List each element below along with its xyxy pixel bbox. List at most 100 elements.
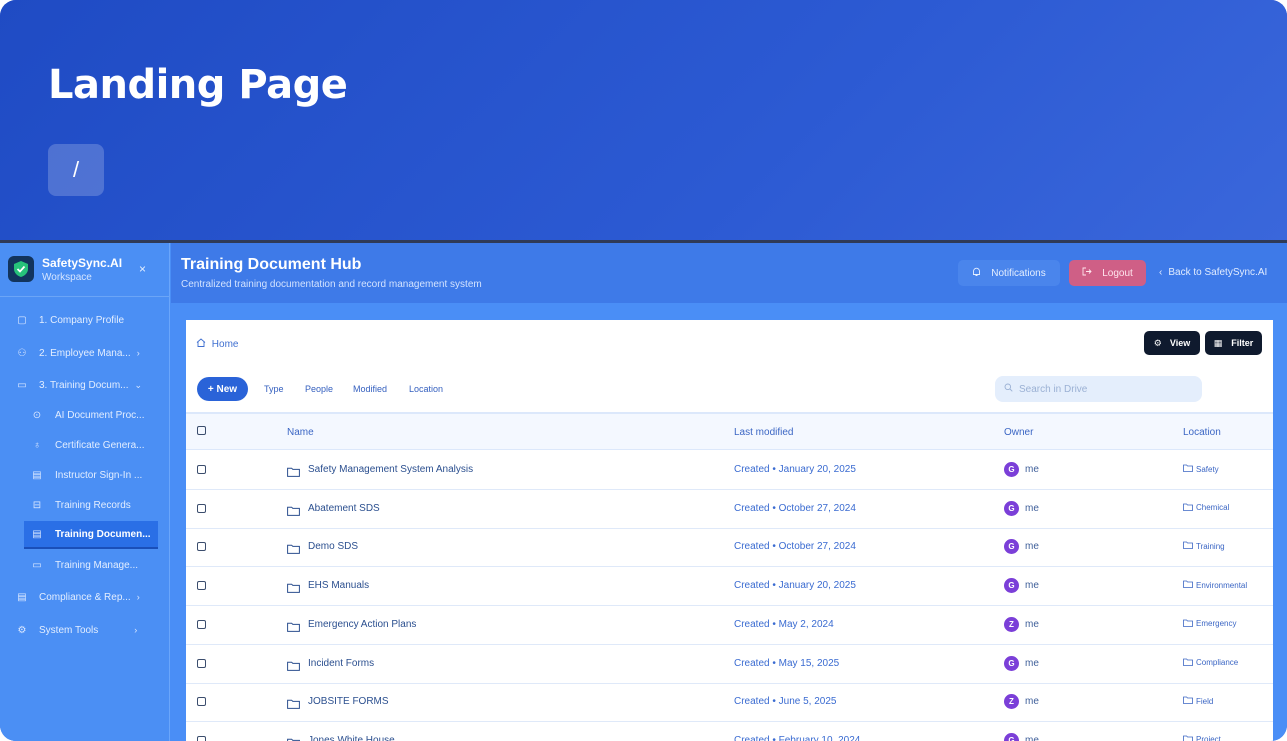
breadcrumb-home: Home: [211, 339, 239, 350]
file-name[interactable]: Demo SDS: [308, 541, 358, 552]
avatar: Z: [1004, 694, 1019, 710]
last-modified: Created • January 20, 2025: [734, 464, 856, 475]
row-checkbox[interactable]: [197, 503, 206, 513]
sidebar-item-training-documents[interactable]: ▭ 3. Training Docum... ⌄: [8, 371, 158, 399]
row-checkbox[interactable]: [197, 735, 206, 741]
filter-button[interactable]: ▦ Filter: [1205, 331, 1262, 355]
filter-type[interactable]: Type: [264, 384, 284, 394]
back-label: Back to SafetySync.AI: [1168, 267, 1268, 278]
row-checkbox[interactable]: [197, 581, 206, 591]
folder-icon: [1183, 464, 1196, 474]
table-row[interactable]: Incident Forms Created • May 15, 2025 Gme C…: [186, 645, 1273, 684]
sidebar-item-instructor-sign-in[interactable]: ▤ Instructor Sign-In ...: [24, 461, 158, 489]
location-label: Emergency: [1196, 619, 1237, 629]
owner: me: [1025, 464, 1039, 475]
row-checkbox[interactable]: [197, 658, 206, 668]
table-row[interactable]: Safety Management System Analysis Created…: [186, 451, 1273, 490]
close-icon[interactable]: ×: [139, 262, 146, 276]
filter-modified[interactable]: Modified: [353, 384, 387, 394]
chevron-down-icon: ⌄: [134, 379, 143, 390]
document-icon: ▤: [32, 528, 42, 540]
folder-icon: [287, 503, 300, 516]
records-icon: ⊟: [32, 499, 42, 511]
back-link[interactable]: ‹ Back to SafetySync.AI: [1159, 267, 1267, 278]
notifications-label: Notifications: [991, 267, 1046, 279]
filter-people[interactable]: People: [305, 384, 333, 394]
app-window: Landing Page / SafetySync.AI Workspace ×…: [0, 0, 1287, 741]
book-icon: ▭: [32, 559, 42, 571]
sidebar-item-ai-document-processing[interactable]: ⊙ AI Document Proc...: [24, 401, 158, 429]
last-modified: Created • May 15, 2025: [734, 657, 840, 669]
location-cell[interactable]: Safety: [1183, 464, 1219, 474]
location-cell[interactable]: Environmental: [1183, 580, 1247, 590]
file-name[interactable]: Incident Forms: [308, 658, 374, 669]
folder-icon: [1183, 735, 1196, 741]
location-cell[interactable]: Chemical: [1183, 503, 1229, 513]
column-last-modified[interactable]: Last modified: [734, 427, 793, 438]
folder-icon: [287, 541, 300, 555]
new-button[interactable]: + New: [197, 377, 248, 401]
breadcrumb[interactable]: Home: [196, 338, 238, 350]
last-modified: Created • May 2, 2024: [734, 618, 834, 630]
sidebar-item-label: Instructor Sign-In ...: [55, 469, 143, 481]
breadcrumb-root[interactable]: /: [48, 144, 104, 196]
sidebar-item-training-records[interactable]: ⊟ Training Records: [24, 491, 158, 519]
table-row[interactable]: Jones White House Created • February 10, …: [186, 722, 1273, 741]
table-row[interactable]: JOBSITE FORMS Created • June 5, 2025 Zme Fi…: [186, 683, 1273, 723]
bell-icon: [972, 267, 981, 280]
column-owner[interactable]: Owner: [1004, 427, 1033, 438]
file-name[interactable]: EHS Manuals: [308, 580, 369, 591]
chevron-right-icon: ›: [136, 592, 140, 602]
column-location[interactable]: Location: [1183, 427, 1221, 438]
row-checkbox[interactable]: [197, 697, 206, 707]
sidebar-item-certificate-generator[interactable]: ♁ Certificate Genera...: [24, 431, 158, 459]
location-cell[interactable]: Field: [1183, 696, 1213, 706]
folder-icon: [287, 658, 300, 671]
select-all-checkbox[interactable]: [197, 426, 206, 435]
file-name[interactable]: Abatement SDS: [308, 503, 380, 514]
location-label: Project: [1196, 735, 1221, 741]
folder-icon: [1183, 696, 1196, 706]
hub-header: Training Document Hub Centralized traini…: [171, 243, 1287, 303]
view-button[interactable]: ⚙ View: [1144, 331, 1200, 355]
owner: me: [1025, 734, 1039, 741]
file-name[interactable]: Safety Management System Analysis: [308, 464, 473, 475]
sidebar-item-training-management[interactable]: ▭ Training Manage...: [24, 551, 158, 579]
location-cell[interactable]: Training: [1183, 541, 1225, 551]
chevron-right-icon: ›: [134, 625, 138, 635]
table-row[interactable]: Demo SDS Created • October 27, 2024 Gme Tra…: [186, 528, 1273, 568]
sidebar-item-employee-management[interactable]: ⚇ 2. Employee Mana... ›: [8, 339, 158, 367]
row-checkbox[interactable]: [197, 619, 206, 629]
last-modified: Created • June 5, 2025: [734, 696, 837, 708]
sidebar-item-compliance-reporting[interactable]: ▤ Compliance & Rep... ›: [8, 583, 158, 611]
table-row[interactable]: EHS Manuals Created • January 20, 2025 Gme…: [186, 567, 1273, 607]
view-label: View: [1169, 338, 1191, 348]
profile-icon: ▢: [17, 314, 27, 326]
file-name[interactable]: Jones White House: [308, 735, 395, 741]
hub-subtitle: Centralized training documentation and r…: [181, 279, 482, 290]
filter-location[interactable]: Location: [409, 384, 443, 394]
search-icon: [1004, 383, 1013, 395]
sidebar-item-system-tools[interactable]: ⚙ System Tools ›: [8, 616, 158, 644]
owner: me: [1025, 618, 1039, 630]
column-name[interactable]: Name: [287, 427, 314, 438]
folder-icon: [287, 696, 300, 710]
folder-icon: [1183, 619, 1196, 629]
file-name[interactable]: JOBSITE FORMS: [308, 696, 389, 707]
row-checkbox[interactable]: [197, 465, 206, 474]
location-cell[interactable]: Compliance: [1183, 658, 1238, 668]
file-name[interactable]: Emergency Action Plans: [308, 619, 416, 630]
location-cell[interactable]: Project: [1183, 735, 1221, 741]
sidebar-item-company-profile[interactable]: ▢ 1. Company Profile: [8, 306, 158, 334]
sidebar-item-training-documents-hub[interactable]: ▤ Training Documen...: [24, 521, 158, 549]
filter-label: Filter: [1231, 338, 1254, 348]
gear-icon: ⚙: [17, 624, 27, 636]
row-checkbox[interactable]: [197, 542, 206, 552]
logout-button[interactable]: Logout: [1069, 260, 1146, 286]
owner: me: [1025, 657, 1039, 669]
table-row[interactable]: Abatement SDS Created • October 27, 2024 G…: [186, 490, 1273, 529]
notifications-button[interactable]: Notifications: [958, 260, 1060, 286]
location-cell[interactable]: Emergency: [1183, 619, 1236, 629]
table-row[interactable]: Emergency Action Plans Created • May 2, 2…: [186, 606, 1273, 645]
search-input[interactable]: Search in Drive: [995, 376, 1202, 402]
